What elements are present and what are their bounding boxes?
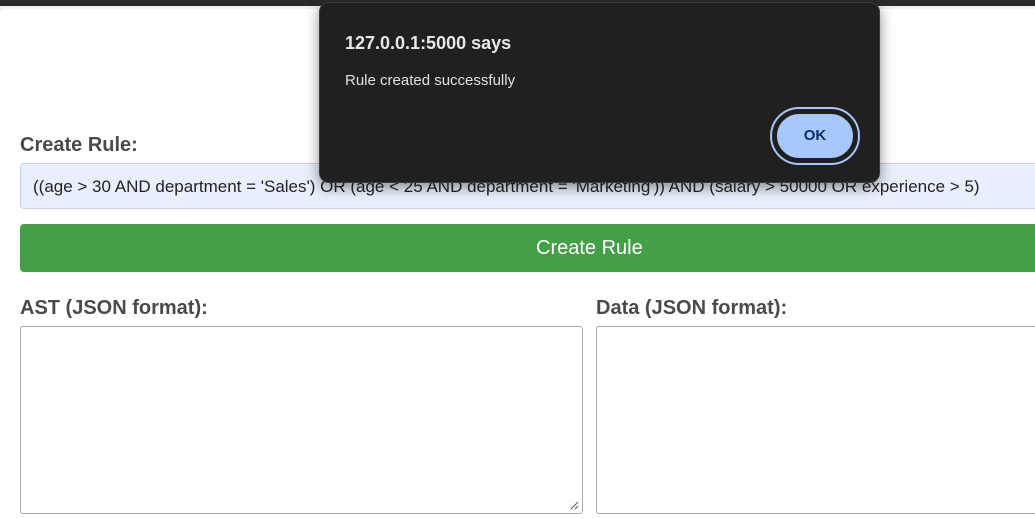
ok-button[interactable]: OK xyxy=(775,112,855,160)
data-textarea[interactable] xyxy=(596,326,1035,514)
dialog-message: Rule created successfully xyxy=(345,72,516,89)
ast-label: AST (JSON format): xyxy=(20,297,208,319)
create-rule-button-label: Create Rule xyxy=(536,237,643,259)
resize-grip-icon[interactable] xyxy=(569,500,579,510)
ast-textarea[interactable] xyxy=(20,326,583,514)
create-rule-label: Create Rule: xyxy=(20,134,138,156)
data-label: Data (JSON format): xyxy=(596,297,788,319)
create-rule-button[interactable]: Create Rule xyxy=(20,224,1035,272)
dialog-title: 127.0.0.1:5000 says xyxy=(345,33,512,53)
alert-dialog: 127.0.0.1:5000 says Rule created success… xyxy=(319,2,880,183)
